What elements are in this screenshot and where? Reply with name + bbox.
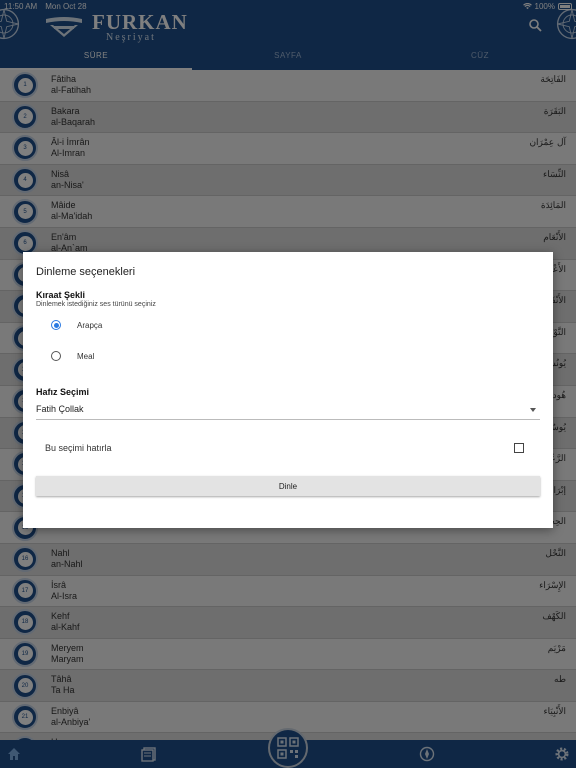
hafiz-selected-value: Fatih Çollak xyxy=(36,404,84,414)
hafiz-select[interactable]: Fatih Çollak xyxy=(36,404,540,420)
caret-down-icon xyxy=(530,408,536,412)
listen-button[interactable]: Dinle xyxy=(36,476,540,496)
radio-meal[interactable]: Meal xyxy=(51,351,94,361)
radio-circle[interactable] xyxy=(51,320,61,330)
radio-circle[interactable] xyxy=(51,351,61,361)
remember-checkbox[interactable] xyxy=(514,443,524,453)
remember-label: Bu seçimi hatırla xyxy=(45,443,112,453)
radio-label: Arapça xyxy=(77,320,103,330)
radio-arapca[interactable]: Arapça xyxy=(51,320,102,330)
kiraat-subtitle: Dinlemek istediğiniz ses türünü seçiniz xyxy=(36,301,156,308)
hafiz-title: Hafız Seçimi xyxy=(36,387,90,397)
listening-options-dialog: Dinleme seçenekleri Kıraat Şekli Dinleme… xyxy=(23,252,553,528)
kiraat-title: Kıraat Şekli xyxy=(36,290,86,300)
dialog-title: Dinleme seçenekleri xyxy=(36,266,136,278)
radio-label: Meal xyxy=(77,351,95,361)
